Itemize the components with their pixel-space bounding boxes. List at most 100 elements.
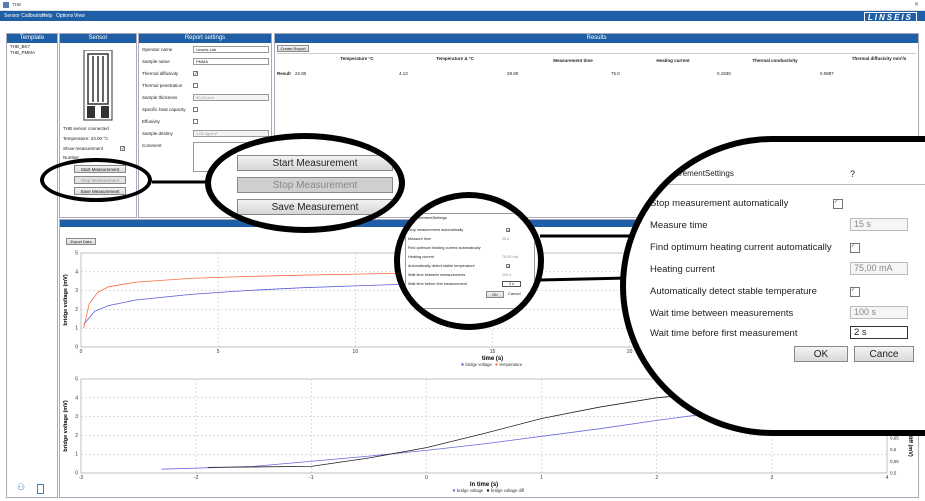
y-tick-label: 4 [75,269,78,275]
x-tick-label: -1 [309,475,314,481]
zoom-auto-detect-checkbox[interactable] [850,287,860,297]
zoom-wait-between-input[interactable]: 100 s [850,306,908,319]
sample-density-label: Sample destiny [142,131,173,136]
zoom-stop-auto-checkbox[interactable] [833,199,843,209]
small-dialog-help[interactable]: ? [528,215,530,220]
x-tick-label: 5 [217,349,220,355]
specific-heat-checkbox[interactable] [193,107,198,112]
sensor-status: THB sensor connected [63,126,109,131]
app-icon [3,2,9,8]
zoom-cancel-button[interactable]: Cance [854,346,914,362]
sensor-header: Sensor [60,34,136,43]
small-find-optimum-label: Find optimum heating current automatical… [408,246,481,250]
menu-bar: Sensor Calibration Help Options View [0,11,925,21]
col-heating-current: Heating current [656,58,690,63]
col-measurement-time: Measurement time [553,58,593,63]
thermal-penetration-label: Thermal penetration [142,83,183,88]
sample-thickness-input[interactable]: 50,00 mm [193,94,269,101]
zoom-heating-current-label: Heating current [650,264,715,275]
y2-tick-label: 0,65 [890,435,899,440]
y2-tick-label: 0,55 [890,459,899,464]
y2-tick-label: 0,5 [890,471,897,476]
zoom-wait-between-label: Wait time between measurements [650,308,794,319]
menu-options[interactable]: Options [56,13,73,19]
close-icon[interactable]: ✕ [914,1,919,8]
small-measure-time-label: Measure time [408,237,432,241]
zoom-heating-current-input[interactable]: 75,00 mA [850,262,908,275]
x-tick-label: 20 [627,349,633,355]
small-dialog-title: MeasurementSettings [408,215,447,220]
small-wait-first-label: Wait time before first measurement [408,282,467,286]
small-heating-current-label: Heating current [408,255,434,259]
small-measure-time-input[interactable]: 15 s [502,237,509,241]
buttons-lens: Start Measurement Stop Measurement Save … [205,133,405,233]
x-tick-label: 2 [655,475,658,481]
report-header: Report settings [139,34,271,43]
template-item[interactable]: THB_PMMA [10,50,54,56]
template-list: THB_BK7 THB_PMMA [7,43,57,57]
y-tick-label: 1 [75,326,78,332]
brand-logo: LINSEIS [863,12,917,23]
zoom-stop-measurement-button[interactable]: Stop Measurement [237,177,393,193]
result-cell: 4.13 [399,71,408,76]
y-tick-label: 4 [75,395,78,401]
y-tick-label: 3 [75,288,78,294]
show-measurement-checkbox[interactable] [120,146,125,151]
user-icon[interactable]: ⚇ [17,482,25,493]
x-tick-label: 15 [490,349,496,355]
small-stop-auto-label: Stop measurement automatically [408,228,464,232]
zoom-find-optimum-label: Find optimum heating current automatical… [650,242,832,253]
small-auto-detect-label: Automatically detect stable temperature [408,264,475,268]
menu-view[interactable]: View [74,13,85,19]
small-auto-detect-checkbox[interactable] [506,264,511,269]
y-tick-label: 5 [75,377,78,383]
sensor-image [83,50,113,121]
zoom-measure-time-input[interactable]: 15 s [850,218,908,231]
thermal-diffusivity-label: Thermal diffusivity [142,71,179,76]
sample-density-input[interactable]: 1,00 kg/dm³ [193,130,269,137]
y-axis-label: bridge voltage (mV) [63,400,69,452]
zoom-measure-time-label: Measure time [650,220,708,231]
thermal-diffusivity-checkbox[interactable] [193,71,198,76]
thermal-penetration-checkbox[interactable] [193,83,198,88]
col-temperature-delta: Temperature Δ °C [436,56,474,61]
small-wait-between-label: Wait time between measurements [408,273,466,277]
menu-help[interactable]: Help [42,13,52,19]
small-cancel-button[interactable]: Cancel [508,291,520,296]
zoom-wait-first-label: Wait time before first measurement [650,328,798,339]
zoom-wait-first-input[interactable]: 2 s [850,326,908,339]
zoom-ok-button[interactable]: OK [794,346,848,362]
col-thermal-conductivity: Thermal conductivity [752,58,798,63]
zoom-find-optimum-checkbox[interactable] [850,243,860,253]
y-tick-label: 0 [75,471,78,477]
small-ok-button[interactable]: OK [486,291,504,298]
template-panel: Template THB_BK7 THB_PMMA ⚇ [6,33,58,498]
zoom-save-measurement-button[interactable]: Save Measurement [237,199,393,215]
small-lens: MeasurementSettings ? Stop measurement a… [394,192,544,330]
y-tick-label: 5 [75,251,78,257]
create-report-button[interactable]: Create Report [277,45,309,52]
small-wait-between-input[interactable]: 100 s [502,273,511,277]
effusivity-checkbox[interactable] [193,119,198,124]
sample-name-input[interactable]: PMMA [193,58,269,65]
y-tick-label: 0 [75,345,78,351]
zoom-auto-detect-label: Automatically detect stable temperature [650,286,817,297]
small-wait-first-input[interactable]: 2 s [502,281,522,287]
result-cell: 29.90 [507,71,519,76]
operator-input[interactable]: Linseis Lab [193,46,269,53]
dialog-zoom-lens: MeasurementSettings ? Stop measurement a… [620,136,925,436]
zoom-dialog-help[interactable]: ? [850,169,855,179]
small-stop-auto-checkbox[interactable] [506,228,511,233]
menu-sensor-calibration[interactable]: Sensor Calibration [4,13,45,19]
results-header: Results [275,34,918,43]
x-tick-label: -3 [79,475,84,481]
result-cell: 22.80 [295,71,307,76]
small-heating-current-input[interactable]: 75,00 mA [502,255,518,259]
legend-item: bridge voltage [457,488,484,493]
trash-icon[interactable] [37,484,44,494]
x-tick-label: 0 [80,349,83,355]
legend-marker [486,489,490,492]
export-data-button[interactable]: Export Data [66,238,96,245]
zoom-dialog-title: MeasurementSettings [656,169,734,178]
zoom-start-measurement-button[interactable]: Start Measurement [237,155,393,171]
